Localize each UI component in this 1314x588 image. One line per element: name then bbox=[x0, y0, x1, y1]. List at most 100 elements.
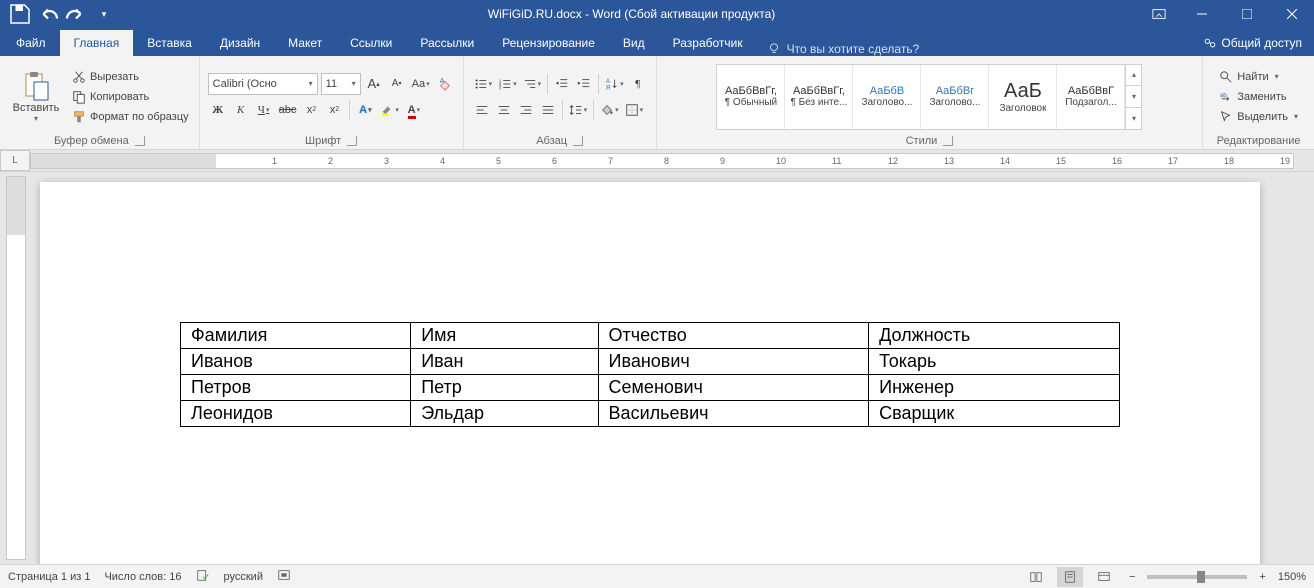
status-language[interactable]: русский bbox=[224, 571, 263, 583]
justify-button[interactable] bbox=[538, 99, 558, 121]
align-left-icon bbox=[475, 103, 489, 117]
bold-button[interactable]: Ж bbox=[208, 99, 228, 121]
align-right-button[interactable] bbox=[516, 99, 536, 121]
highlighter-icon bbox=[380, 103, 394, 117]
font-size-combo[interactable]: 11▾ bbox=[321, 73, 361, 95]
styles-up-icon[interactable]: ▴ bbox=[1126, 65, 1141, 86]
style-heading2[interactable]: АаБбВгЗаголово... bbox=[921, 65, 989, 129]
styles-down-icon[interactable]: ▾ bbox=[1126, 85, 1141, 107]
style-title[interactable]: АаБЗаголовок bbox=[989, 65, 1057, 129]
zoom-in-button[interactable]: + bbox=[1255, 571, 1269, 583]
clear-formatting-button[interactable]: A bbox=[435, 73, 455, 95]
undo-icon[interactable] bbox=[36, 2, 60, 26]
qat-more-icon[interactable]: ▾ bbox=[92, 2, 116, 26]
page: ФамилияИмяОтчествоДолжность ИвановИванИв… bbox=[40, 182, 1260, 564]
view-read-button[interactable] bbox=[1023, 567, 1049, 587]
maximize-button[interactable] bbox=[1224, 0, 1269, 28]
line-spacing-button[interactable] bbox=[567, 99, 590, 121]
tab-file[interactable]: Файл bbox=[2, 30, 60, 56]
share-button[interactable]: Общий доступ bbox=[1191, 30, 1314, 56]
save-icon[interactable] bbox=[8, 2, 32, 26]
tab-references[interactable]: Ссылки bbox=[336, 30, 406, 56]
underline-button[interactable]: Ч bbox=[254, 99, 274, 121]
tell-me-input[interactable] bbox=[787, 42, 987, 56]
print-layout-icon bbox=[1063, 570, 1077, 584]
tab-design[interactable]: Дизайн bbox=[206, 30, 274, 56]
copy-button[interactable]: Копировать bbox=[70, 89, 191, 105]
paragraph-dialog-launcher[interactable] bbox=[573, 136, 583, 146]
font-name-combo[interactable]: Calibri (Осно▾ bbox=[208, 73, 318, 95]
tab-selector[interactable]: L bbox=[0, 150, 30, 171]
svg-text:ab: ab bbox=[1220, 92, 1227, 99]
highlight-button[interactable] bbox=[378, 99, 401, 121]
tab-home[interactable]: Главная bbox=[60, 30, 134, 56]
shading-button[interactable] bbox=[598, 99, 621, 121]
view-print-button[interactable] bbox=[1057, 567, 1083, 587]
view-web-button[interactable] bbox=[1091, 567, 1117, 587]
read-mode-icon bbox=[1029, 570, 1043, 584]
ruler-horizontal[interactable]: 12345678910111213141516171819 bbox=[30, 153, 1294, 169]
tab-developer[interactable]: Разработчик bbox=[659, 30, 757, 56]
group-font: Calibri (Осно▾ 11▾ A▴ A▾ Aa A Ж К Ч abc … bbox=[200, 56, 464, 149]
increase-indent-button[interactable] bbox=[574, 73, 594, 95]
zoom-slider[interactable] bbox=[1147, 575, 1247, 579]
minimize-button[interactable] bbox=[1179, 0, 1224, 28]
style-normal[interactable]: АаБбВвГг,¶ Обычный bbox=[717, 65, 785, 129]
numbering-button[interactable]: 123 bbox=[496, 73, 519, 95]
tab-layout[interactable]: Макет bbox=[274, 30, 336, 56]
status-word-count[interactable]: Число слов: 16 bbox=[104, 571, 181, 583]
replace-button[interactable]: abЗаменить bbox=[1215, 88, 1302, 106]
paste-icon bbox=[20, 70, 52, 102]
styles-more-icon[interactable]: ▾ bbox=[1126, 107, 1141, 129]
ribbon-display-options-icon[interactable] bbox=[1139, 7, 1179, 21]
bullets-button[interactable] bbox=[472, 73, 495, 95]
change-case-button[interactable]: Aa bbox=[410, 73, 432, 95]
ruler-horizontal-area: L 12345678910111213141516171819 bbox=[0, 150, 1314, 172]
tab-insert[interactable]: Вставка bbox=[133, 30, 206, 56]
text-effects-button[interactable]: A bbox=[355, 99, 375, 121]
tab-view[interactable]: Вид bbox=[609, 30, 659, 56]
tell-me[interactable] bbox=[757, 42, 1192, 56]
status-spellcheck[interactable] bbox=[196, 568, 210, 585]
document-table[interactable]: ФамилияИмяОтчествоДолжность ИвановИванИв… bbox=[180, 322, 1120, 427]
close-button[interactable] bbox=[1269, 0, 1314, 28]
clipboard-dialog-launcher[interactable] bbox=[135, 136, 145, 146]
status-macro[interactable] bbox=[277, 568, 291, 585]
decrease-indent-button[interactable] bbox=[552, 73, 572, 95]
select-button[interactable]: Выделить▾ bbox=[1215, 108, 1302, 126]
subscript-button[interactable]: x2 bbox=[301, 99, 321, 121]
align-center-button[interactable] bbox=[494, 99, 514, 121]
font-color-button[interactable]: A bbox=[404, 99, 424, 121]
paste-button[interactable]: Вставить ▾ bbox=[8, 68, 64, 125]
format-painter-button[interactable]: Формат по образцу bbox=[70, 109, 191, 125]
align-left-button[interactable] bbox=[472, 99, 492, 121]
show-marks-button[interactable]: ¶ bbox=[628, 73, 648, 95]
grow-font-button[interactable]: A▴ bbox=[364, 73, 384, 95]
copy-icon bbox=[72, 90, 86, 104]
find-button[interactable]: Найти▾ bbox=[1215, 68, 1302, 86]
superscript-button[interactable]: x2 bbox=[324, 99, 344, 121]
shrink-font-button[interactable]: A▾ bbox=[387, 73, 407, 95]
sort-button[interactable]: AЯ bbox=[603, 73, 626, 95]
zoom-level[interactable]: 150% bbox=[1278, 571, 1306, 583]
styles-dialog-launcher[interactable] bbox=[943, 136, 953, 146]
styles-gallery[interactable]: АаБбВвГг,¶ Обычный АаБбВвГг,¶ Без инте..… bbox=[716, 64, 1142, 130]
zoom-thumb[interactable] bbox=[1197, 571, 1205, 583]
italic-button[interactable]: К bbox=[231, 99, 251, 121]
style-heading1[interactable]: АаБбВЗаголово... bbox=[853, 65, 921, 129]
status-page[interactable]: Страница 1 из 1 bbox=[8, 571, 90, 583]
tab-mailings[interactable]: Рассылки bbox=[406, 30, 488, 56]
ruler-vertical[interactable] bbox=[6, 176, 26, 560]
strikethrough-button[interactable]: abc bbox=[277, 99, 299, 121]
lightbulb-icon bbox=[767, 42, 781, 56]
style-no-spacing[interactable]: АаБбВвГг,¶ Без инте... bbox=[785, 65, 853, 129]
cut-button[interactable]: Вырезать bbox=[70, 69, 191, 85]
tab-review[interactable]: Рецензирование bbox=[488, 30, 609, 56]
multilevel-list-button[interactable] bbox=[521, 73, 544, 95]
zoom-out-button[interactable]: − bbox=[1125, 571, 1139, 583]
redo-icon[interactable] bbox=[64, 2, 88, 26]
font-dialog-launcher[interactable] bbox=[347, 136, 357, 146]
style-subtitle[interactable]: АаБбВвГПодзагол... bbox=[1057, 65, 1125, 129]
document-area[interactable]: ФамилияИмяОтчествоДолжность ИвановИванИв… bbox=[30, 172, 1314, 564]
borders-button[interactable] bbox=[623, 99, 646, 121]
